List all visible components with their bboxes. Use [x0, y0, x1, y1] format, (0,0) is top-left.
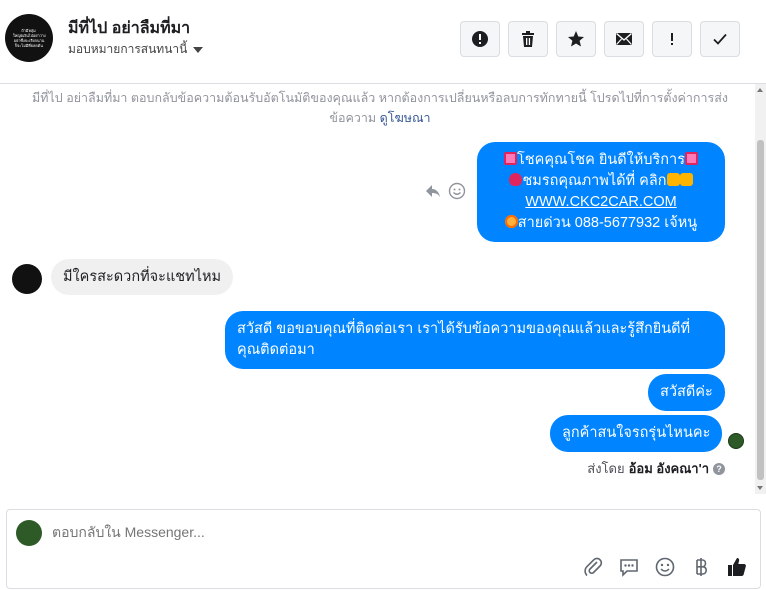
incoming-message-bubble[interactable]: มีใครสะดวกที่จะแชทไหม: [51, 259, 234, 295]
conversation-header: ถ้ามีหลุ่ม ใหญ่ตเงินไป่อย่าว่าง อย่าซึ่ง…: [0, 0, 766, 84]
mark-unread-button[interactable]: [604, 21, 644, 57]
reply-input[interactable]: [52, 524, 452, 540]
reply-icon[interactable]: [424, 182, 442, 200]
scroll-up-arrow-icon[interactable]: [757, 88, 763, 92]
promo-message-bubble[interactable]: โชคคุณโชค ยินดีให้บริการ ชมรถคุณภาพได้ที…: [477, 142, 725, 242]
assign-label: มอบหมายการสนทนานี้: [68, 42, 188, 56]
report-spam-button[interactable]: [460, 21, 500, 57]
message-actions: [424, 182, 466, 200]
sent-by-label: ส่งโดย อ้อม อังคณา'า ?: [587, 458, 725, 479]
exclamation-icon: [671, 33, 673, 45]
scrollbar-thumb[interactable]: [757, 140, 764, 480]
outgoing-message-bubble[interactable]: สวัสดี ขอขอบคุณที่ติดต่อเรา เราได้รับข้อ…: [225, 311, 725, 369]
promo-line-1: โชคคุณโชค ยินดีให้บริการ: [516, 152, 685, 168]
avatar-text-line: ก็จะไม่มีที่ยลดต้น: [14, 43, 44, 48]
smiley-react-icon[interactable]: [448, 182, 466, 200]
reply-composer: [6, 509, 761, 589]
customer-avatar[interactable]: [12, 264, 42, 294]
saved-replies-icon[interactable]: [618, 556, 640, 578]
messenger-conversation: ถ้ามีหลุ่ม ใหญ่ตเงินไป่อย่าว่าง อย่าซึ่ง…: [0, 0, 766, 590]
heart-emoji-icon: [509, 173, 523, 186]
promo-line-4: สายด่วน 088-5677932 เจ้หนู: [517, 215, 698, 231]
composer-toolbar: [582, 556, 748, 578]
auto-reply-notice: มีที่ไป อย่าลืมที่มา ตอบกลับข้อความต้อนร…: [10, 88, 750, 128]
delete-button[interactable]: [508, 21, 548, 57]
sent-by-name[interactable]: อ้อม อังคณา'า: [629, 458, 709, 479]
scroll-down-arrow-icon[interactable]: [757, 486, 763, 490]
attachment-icon[interactable]: [582, 556, 604, 578]
conversation-title[interactable]: มีที่ไป อย่าลืมที่มา: [68, 16, 190, 41]
check-icon: [713, 33, 727, 45]
sent-by-prefix: ส่งโดย: [587, 461, 625, 476]
view-ad-link[interactable]: ดูโฆษณา: [380, 111, 431, 125]
page-avatar[interactable]: ถ้ามีหลุ่ม ใหญ่ตเงินไป่อย่าว่าง อย่าซึ่ง…: [5, 14, 53, 62]
star-icon: [568, 31, 584, 47]
payment-baht-icon[interactable]: [690, 556, 712, 578]
trash-icon: [522, 31, 534, 47]
caret-down-icon: [193, 47, 204, 53]
anger-emoji-icon: [503, 152, 517, 165]
anger-emoji-icon: [685, 152, 698, 165]
like-thumbs-up-icon[interactable]: [726, 556, 748, 578]
point-down-emoji-icon: [679, 173, 693, 186]
collision-emoji-icon: [504, 215, 518, 228]
envelope-icon: [616, 32, 632, 45]
promo-line-2: ชมรถคุณภาพได้ที่ คลิก: [522, 173, 667, 189]
help-icon[interactable]: ?: [713, 462, 725, 475]
outgoing-message-bubble[interactable]: สวัสดีค่ะ: [648, 374, 725, 411]
assign-conversation-dropdown[interactable]: มอบหมายการสนทนานี้: [68, 40, 204, 59]
outgoing-message-bubble[interactable]: ลูกค้าสนใจรถรุ่นไหนคะ: [550, 415, 723, 452]
promo-website-link[interactable]: WWW.CKC2CAR.COM: [525, 194, 676, 210]
page-avatar-small: [16, 520, 42, 546]
star-button[interactable]: [556, 21, 596, 57]
emoji-icon[interactable]: [654, 556, 676, 578]
alert-circle-icon: [472, 31, 488, 47]
point-down-emoji-icon: [666, 173, 680, 186]
follow-up-button[interactable]: [652, 21, 692, 57]
done-button[interactable]: [700, 21, 740, 57]
seen-by-avatar: [728, 433, 744, 449]
